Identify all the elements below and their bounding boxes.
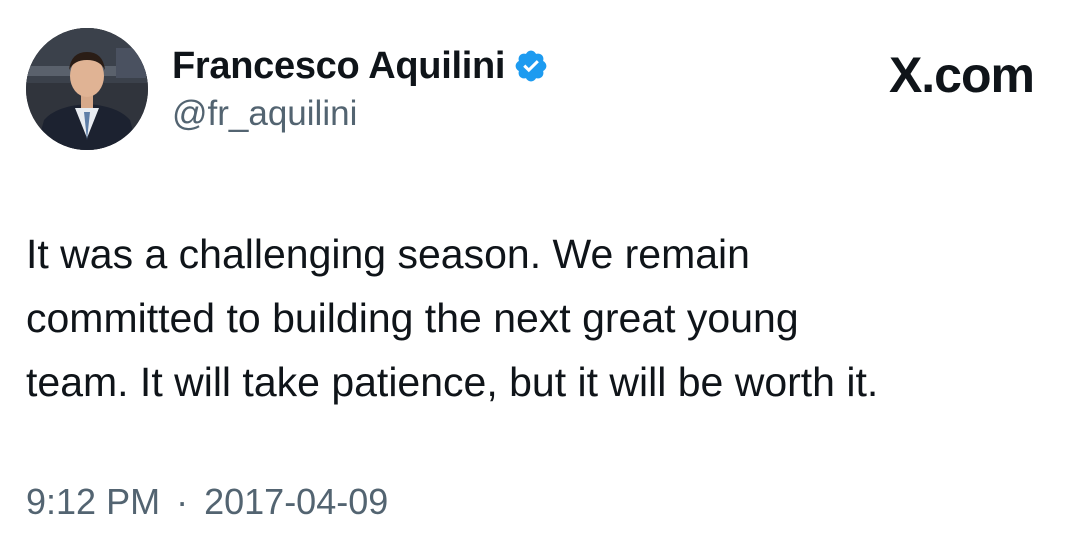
author-avatar[interactable] (26, 28, 148, 150)
x-logo-icon: X.com (888, 47, 1035, 103)
meta-separator: · (176, 481, 189, 522)
tweet-text-line: It was a challenging season. We remain (26, 231, 750, 277)
avatar-photo-icon (26, 28, 148, 150)
tweet-text-line: committed to building the next great you… (26, 295, 799, 341)
tweet-text: It was a challenging season. We remain c… (26, 222, 1046, 414)
tweet-time: 9:12 PM (26, 481, 161, 522)
tweet-timestamp[interactable]: 9:12 PM · 2017-04-09 (26, 478, 388, 526)
verified-badge-icon (513, 48, 549, 84)
author-name-row: Francesco Aquilini (172, 42, 549, 90)
author-handle[interactable]: @fr_aquilini (172, 92, 357, 136)
author-display-name[interactable]: Francesco Aquilini (172, 42, 505, 90)
tweet-text-line: team. It will take patience, but it will… (26, 359, 879, 405)
brand: X.com (888, 47, 1035, 103)
tweet-date: 2017-04-09 (204, 481, 389, 522)
